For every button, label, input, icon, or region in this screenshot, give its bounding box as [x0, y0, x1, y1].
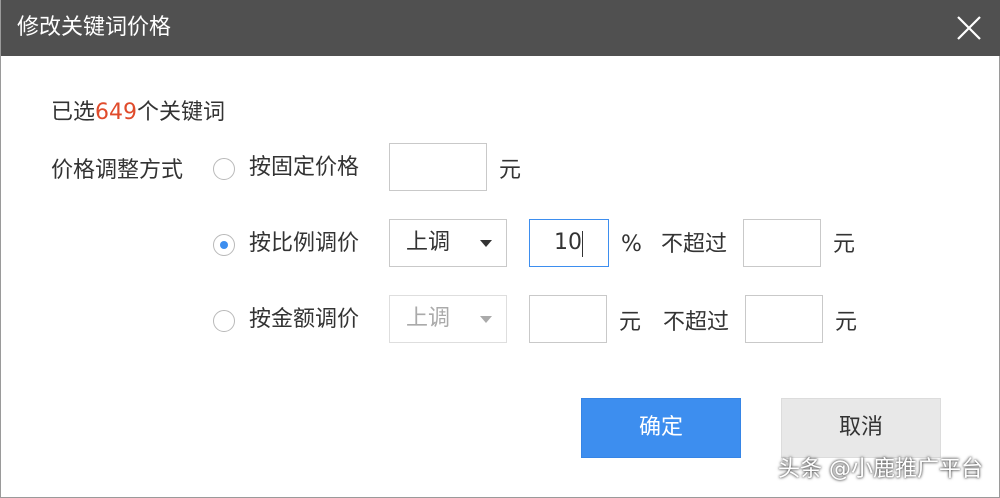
radio-amount-adjust[interactable] — [213, 310, 235, 332]
amount-limit-label: 不超过 — [663, 310, 730, 335]
amount-value-input[interactable] — [529, 295, 607, 343]
fixed-price-input[interactable] — [389, 143, 487, 191]
radio-ratio-adjust[interactable] — [213, 234, 235, 256]
modify-keyword-price-dialog: 修改关键词价格 已选649个关键词 价格调整方式 按固定价格 元 按比例调价 上… — [0, 0, 1000, 498]
selection-summary: 已选649个关键词 — [51, 98, 225, 128]
text-caret — [582, 231, 583, 257]
close-icon — [957, 16, 981, 40]
ratio-direction-select[interactable]: 上调 — [389, 219, 507, 267]
amount-limit-input[interactable] — [745, 295, 823, 343]
selection-suffix: 个关键词 — [137, 100, 226, 125]
watermark-text: 头条 @小鹿推广平台 — [778, 457, 983, 482]
ratio-percent-value: 10 — [554, 230, 582, 255]
fixed-price-unit: 元 — [499, 158, 522, 183]
amount-value-unit: 元 — [619, 310, 642, 335]
close-button[interactable] — [955, 14, 983, 42]
option-amount-adjust-label: 按金额调价 — [249, 307, 360, 332]
ratio-limit-unit: 元 — [833, 232, 856, 257]
amount-direction-select[interactable]: 上调 — [389, 295, 507, 343]
dialog-titlebar: 修改关键词价格 — [1, 0, 1000, 56]
ratio-percent-unit: % — [621, 232, 642, 257]
amount-limit-unit: 元 — [835, 310, 858, 335]
radio-selected-dot — [220, 241, 228, 249]
amount-direction-value: 上调 — [406, 306, 451, 331]
dialog-title: 修改关键词价格 — [17, 15, 172, 40]
selected-keyword-count: 649 — [95, 100, 138, 125]
dropdown-arrow-icon — [480, 316, 492, 323]
ratio-percent-input[interactable]: 10 — [529, 219, 609, 267]
cancel-button[interactable]: 取消 — [781, 398, 941, 458]
ratio-direction-value: 上调 — [406, 230, 451, 255]
adjust-method-label: 价格调整方式 — [51, 158, 184, 183]
option-ratio-adjust-label: 按比例调价 — [249, 231, 360, 256]
ratio-limit-label: 不超过 — [661, 232, 728, 257]
confirm-button[interactable]: 确定 — [581, 398, 741, 458]
radio-fixed-price[interactable] — [213, 158, 235, 180]
dropdown-arrow-icon — [480, 240, 492, 247]
option-fixed-price-label: 按固定价格 — [249, 155, 360, 180]
ratio-limit-input[interactable] — [743, 219, 821, 267]
selection-prefix: 已选 — [51, 100, 96, 125]
